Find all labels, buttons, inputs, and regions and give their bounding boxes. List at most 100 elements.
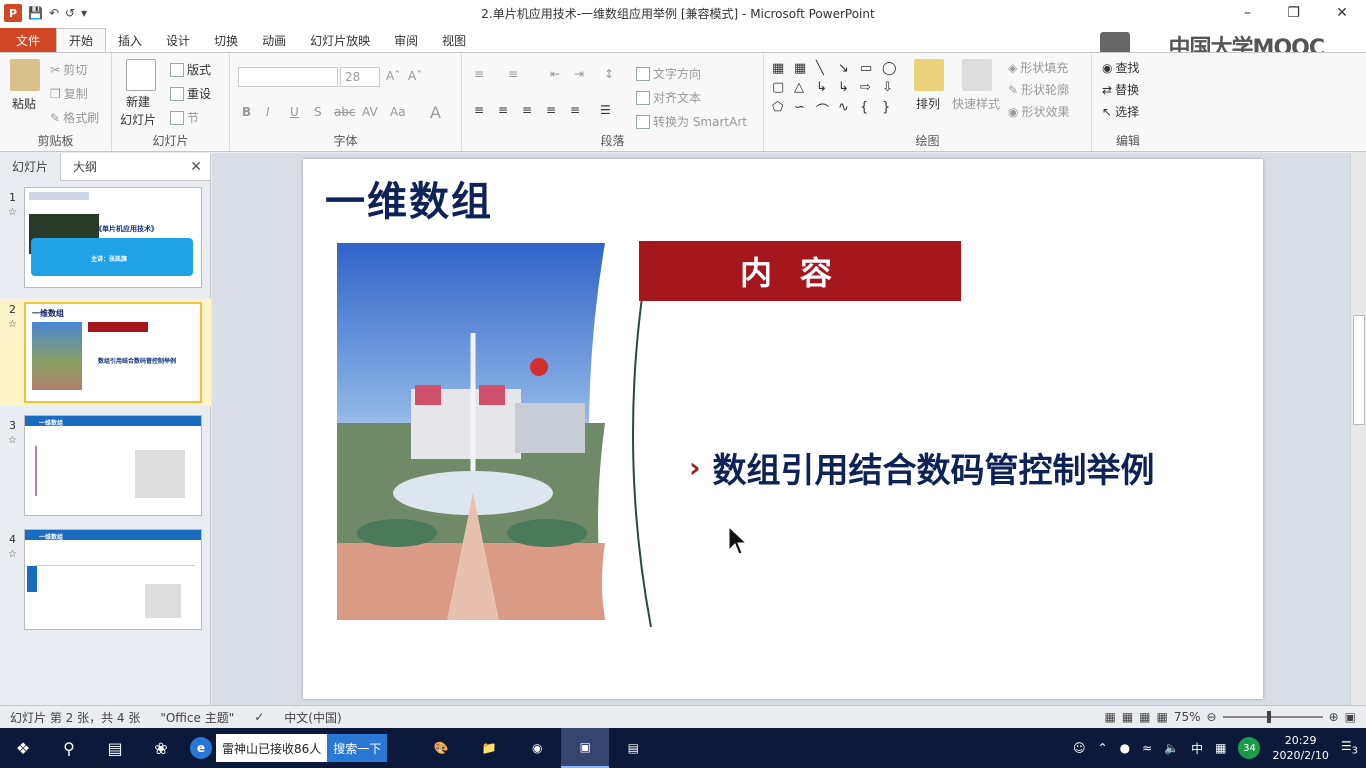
search-button[interactable]: 搜索一下 [327,734,388,762]
new-slide-icon[interactable] [126,59,156,91]
keyboard-icon[interactable]: ▦ [1215,741,1226,755]
increase-indent-button[interactable]: ⇥ [574,67,584,81]
shapes-gallery[interactable]: ▦ ▦ ╲ ↘ ▭ ◯ ▢ △ ↳ ↳ ⇨ ⇩ ⬠ ∽ ⌒ ∿{} [772,61,900,121]
tab-view[interactable]: 视图 [430,28,478,52]
normal-view-icon[interactable]: ▦ [1104,710,1115,724]
zoom-slider[interactable] [1222,711,1323,723]
search-icon[interactable]: ⚲ [46,728,92,768]
paste-icon[interactable] [10,59,40,91]
shadow-button[interactable]: S [314,105,322,119]
paste-button[interactable]: 粘贴 [12,95,36,112]
spacing-button[interactable]: AV [362,105,378,119]
slide-thumbnail-1[interactable]: 1 ☆ 《单片机应用技术》 主讲：张凯旗 [0,187,211,291]
slide-title[interactable]: 一维数组 [325,169,493,227]
quick-styles-icon[interactable] [962,59,992,91]
oval-shape-icon[interactable]: ◯ [882,61,902,78]
tab-design[interactable]: 设计 [154,28,202,52]
isis-app-icon[interactable]: ▤ [609,728,657,768]
windows-start-icon[interactable]: ❖ [0,728,46,768]
restore-button[interactable]: ❐ [1287,5,1300,21]
select-button[interactable]: ↖ 选择 [1102,103,1139,120]
italic-button[interactable]: I [266,105,270,119]
browser-search-widget[interactable]: e 雷神山已接收86人 搜索一下 [184,728,388,768]
shape-effects-button[interactable]: ◉ 形状效果 [1008,103,1070,120]
people-icon[interactable]: ☺ [1073,741,1086,755]
shrink-font-button[interactable]: Aˇ [408,69,422,83]
right-arrow-shape-icon[interactable]: ⇨ [860,80,880,97]
justify-button[interactable]: ≡ [546,103,556,117]
task-view-icon[interactable]: ▤ [92,728,138,768]
slide-thumbnail-2[interactable]: 2 ☆ 一维数组 数组引用结合数码管控制举例 [0,299,211,406]
grow-font-button[interactable]: Aˆ [386,69,400,83]
font-size-input[interactable]: 28 [340,67,380,87]
zoom-slider-knob[interactable] [1266,711,1271,723]
tray-expand-icon[interactable]: ⌃ [1098,741,1108,755]
notification-icon[interactable]: ☰3 [1341,739,1358,756]
textbox-shape-icon[interactable]: ▦ [772,61,792,78]
volume-icon[interactable]: 🔈 [1164,741,1179,755]
font-name-input[interactable] [238,67,338,87]
wifi-icon[interactable]: ≈ [1142,741,1152,755]
freeform-shape-icon[interactable]: ∿ [838,100,858,121]
powerpoint-icon[interactable]: P [4,4,22,22]
tab-slides[interactable]: 幻灯片 [0,152,62,181]
down-arrow-shape-icon[interactable]: ⇩ [882,80,902,97]
spellcheck-icon[interactable]: ✓ [244,710,274,724]
fit-slide-icon[interactable]: ▣ [1345,710,1356,724]
line-shape-icon[interactable]: ╲ [816,61,836,78]
customize-qat-icon[interactable]: ▾ [81,6,87,20]
tab-file[interactable]: 文件 [0,28,56,52]
scrollbar-thumb[interactable] [1353,315,1365,425]
zoom-level[interactable]: 75% [1174,710,1201,724]
slide-thumbnail-3[interactable]: 3 ☆ 一维数组 [0,415,211,519]
font-color-button[interactable]: A [430,103,441,122]
elbow-shape-icon[interactable]: ↳ [816,80,836,97]
shape-fill-button[interactable]: ◈ 形状填充 [1008,59,1068,76]
rectangle-shape-icon[interactable]: ▭ [860,61,880,78]
bold-button[interactable]: B [242,105,251,119]
change-case-button[interactable]: Aa [390,105,406,119]
shape-outline-button[interactable]: ✎ 形状轮廓 [1008,81,1069,98]
slide-sorter-icon[interactable]: ▦ [1122,710,1133,724]
zoom-in-icon[interactable]: ⊕ [1329,710,1339,724]
decrease-indent-button[interactable]: ⇤ [550,67,560,81]
file-explorer-icon[interactable]: 📁 [465,728,513,768]
align-center-button[interactable]: ≡ [498,103,508,117]
brace-right-shape-icon[interactable]: } [882,100,902,121]
connector-shape-icon[interactable]: ↳ [838,80,858,97]
slide-thumbnail-4[interactable]: 4 ☆ 一维数组 [0,529,211,633]
new-slide-button[interactable]: 新建 [126,93,150,110]
ime-indicator[interactable]: 中 [1191,740,1203,757]
format-painter-button[interactable]: ✎ 格式刷 [50,109,99,126]
tab-insert[interactable]: 插入 [106,28,154,52]
brace-left-shape-icon[interactable]: { [860,100,880,121]
powerpoint-taskbar-icon[interactable]: ▣ [561,728,610,768]
arc-shape-icon[interactable]: ⌒ [816,100,836,121]
find-button[interactable]: ◉ 查找 [1102,59,1140,76]
copy-button[interactable]: ❐ 复制 [50,85,88,102]
cut-button[interactable]: ✂ 剪切 [50,61,87,78]
align-right-button[interactable]: ≡ [522,103,532,117]
temperature-badge[interactable]: 34 [1238,737,1261,759]
paint-app-icon[interactable]: 🎨 [417,728,465,768]
language-indicator[interactable]: 中文(中国) [274,709,351,726]
text-direction-button[interactable]: 文字方向 [636,65,701,82]
bullet-item[interactable]: › 数组引用结合数码管控制举例 [689,443,1155,492]
slideshow-icon[interactable]: ▦ [1157,710,1168,724]
columns-button[interactable]: ☰ [600,103,611,117]
tab-home[interactable]: 开始 [56,28,107,52]
tab-review[interactable]: 审阅 [382,28,430,52]
undo-icon[interactable]: ↶ [49,6,59,20]
triangle-shape-icon[interactable]: △ [794,80,814,97]
save-icon[interactable]: 💾 [28,6,43,20]
replace-button[interactable]: ⇄ 替换 [1102,81,1139,98]
content-banner[interactable]: 内容 [639,241,961,301]
smartart-button[interactable]: 转换为 SmartArt [636,113,747,130]
numbering-button[interactable]: ≡ [508,67,518,81]
vtextbox-shape-icon[interactable]: ▦ [794,61,814,78]
arrange-icon[interactable] [914,59,944,91]
tab-animations[interactable]: 动画 [250,28,298,52]
tab-slideshow[interactable]: 幻灯片放映 [298,28,382,52]
redo-icon[interactable]: ↺ [65,6,75,20]
close-button[interactable]: ✕ [1336,5,1348,21]
